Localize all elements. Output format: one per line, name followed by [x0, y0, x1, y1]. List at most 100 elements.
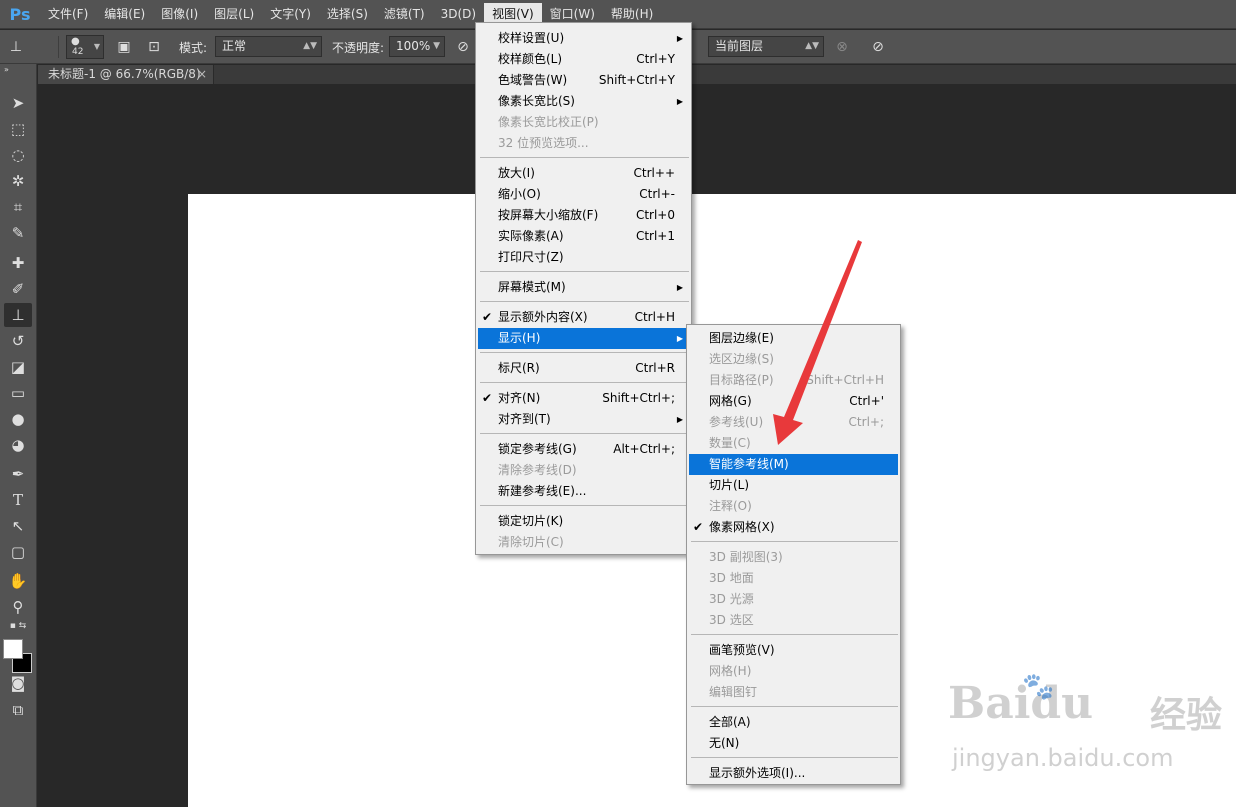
type-tool-icon[interactable]: T [4, 488, 32, 512]
menu-item-lock-slices[interactable]: 锁定切片(K) [478, 511, 689, 532]
submenu-item-grid[interactable]: 网格(G) Ctrl+' [689, 391, 898, 412]
pressure-opacity-icon[interactable]: ⊘ [453, 37, 473, 57]
submenu-item-pixel-grid[interactable]: ✔ 像素网格(X) [689, 517, 898, 538]
menu-item-label: 新建参考线(E)... [498, 484, 587, 498]
menu-item-label: 放大(I) [498, 166, 535, 180]
menu-item-label: 像素网格(X) [709, 520, 775, 534]
menu-item-print-size[interactable]: 打印尺寸(Z) [478, 247, 689, 268]
options-separator [58, 36, 59, 58]
pen-tool-icon[interactable]: ✒ [4, 462, 32, 486]
menu-item-lock-guides[interactable]: 锁定参考线(G) Alt+Ctrl+; [478, 439, 689, 460]
shape-tool-icon[interactable]: ▢ [4, 540, 32, 564]
pressure-size-icon[interactable]: ⊘ [868, 37, 888, 57]
menu-item-actual-pixels[interactable]: 实际像素(A) Ctrl+1 [478, 226, 689, 247]
menu-item-shortcut: Ctrl+H [634, 310, 675, 324]
menu-filter[interactable]: 滤镜(T) [376, 3, 433, 25]
menu-edit[interactable]: 编辑(E) [96, 3, 153, 25]
menu-item-label: 实际像素(A) [498, 229, 564, 243]
eraser-tool-icon[interactable]: ◪ [4, 355, 32, 379]
menu-item-fit-on-screen[interactable]: 按屏幕大小缩放(F) Ctrl+0 [478, 205, 689, 226]
menu-separator [480, 157, 689, 158]
menu-item-extras[interactable]: ✔ 显示额外内容(X) Ctrl+H [478, 307, 689, 328]
move-tool-icon[interactable]: ➤ [4, 91, 32, 115]
submenu-item-smart-guides[interactable]: 智能参考线(M) [689, 454, 898, 475]
show-submenu-dropdown: 图层边缘(E) 选区边缘(S) 目标路径(P) Shift+Ctrl+H 网格(G… [686, 324, 901, 785]
menu-item-label: 缩小(O) [498, 187, 541, 201]
submenu-item-all[interactable]: 全部(A) [689, 712, 898, 733]
ignore-adjustment-icon[interactable]: ⊗ [832, 37, 852, 57]
menu-item-label: 3D 副视图(3) [709, 550, 783, 564]
foreground-color-swatch[interactable] [3, 639, 23, 659]
submenu-item-layer-edges[interactable]: 图层边缘(E) [689, 328, 898, 349]
menu-item-label: 网格(G) [709, 394, 752, 408]
brush-tool-icon[interactable]: ✐ [4, 277, 32, 301]
menu-item-snap[interactable]: ✔ 对齐(N) Shift+Ctrl+; [478, 388, 689, 409]
mode-select[interactable]: 正常 ▲▼ [215, 36, 322, 57]
menu-item-zoom-out[interactable]: 缩小(O) Ctrl+- [478, 184, 689, 205]
menu-item-show[interactable]: 显示(H) ▶ [478, 328, 689, 349]
menu-item-shortcut: Ctrl+Y [636, 52, 675, 66]
menu-item-rulers[interactable]: 标尺(R) Ctrl+R [478, 358, 689, 379]
menu-item-snap-to[interactable]: 对齐到(T) ▶ [478, 409, 689, 430]
submenu-item-slices[interactable]: 切片(L) [689, 475, 898, 496]
collapse-panel-icon[interactable]: » [4, 66, 32, 74]
menu-separator [691, 541, 898, 542]
clone-source-icon[interactable]: ⊡ [144, 37, 164, 57]
brush-panel-icon[interactable]: ▣ [114, 37, 134, 57]
menu-type[interactable]: 文字(Y) [262, 3, 319, 25]
hand-tool-icon[interactable]: ✋ [4, 569, 32, 593]
zoom-tool-icon[interactable]: ⚲ [4, 595, 32, 619]
clone-stamp-tool-icon[interactable]: ⊥ [6, 37, 26, 57]
menu-item-label: 校样颜色(L) [498, 52, 563, 66]
menu-item-proof-setup[interactable]: 校样设置(U) ▶ [478, 28, 689, 49]
menu-item-shortcut: Ctrl++ [633, 166, 675, 180]
blur-tool-icon[interactable]: ● [4, 407, 32, 431]
menu-item-label: 3D 光源 [709, 592, 754, 606]
eyedropper-tool-icon[interactable]: ✎ [4, 221, 32, 245]
path-selection-tool-icon[interactable]: ↖ [4, 514, 32, 538]
paw-logo-icon: 🐾 [1022, 672, 1055, 702]
screen-mode-icon[interactable]: ⧉ [4, 698, 32, 722]
menu-item-zoom-in[interactable]: 放大(I) Ctrl++ [478, 163, 689, 184]
menu-item-shortcut: Ctrl+1 [635, 229, 675, 243]
menu-item-gamut-warning[interactable]: 色域警告(W) Shift+Ctrl+Y [478, 70, 689, 91]
submenu-item-none[interactable]: 无(N) [689, 733, 898, 754]
submenu-item-brush-preview[interactable]: 画笔预览(V) [689, 640, 898, 661]
brush-preset-picker[interactable]: ● 42 ▼ [66, 35, 104, 59]
menu-select[interactable]: 选择(S) [319, 3, 376, 25]
menu-item-shortcut: Ctrl+- [639, 187, 675, 201]
mode-value: 正常 [222, 39, 247, 53]
menu-item-shortcut: Ctrl+' [849, 394, 884, 408]
menu-item-proof-colors[interactable]: 校样颜色(L) Ctrl+Y [478, 49, 689, 70]
menu-image[interactable]: 图像(I) [153, 3, 206, 25]
brush-dot-icon: ● [71, 36, 80, 47]
menu-item-label: 显示额外内容(X) [498, 310, 588, 324]
submenu-item-target-path: 目标路径(P) Shift+Ctrl+H [689, 370, 898, 391]
menu-item-screen-mode[interactable]: 屏幕模式(M) ▶ [478, 277, 689, 298]
menu-file[interactable]: 文件(F) [40, 3, 96, 25]
magic-wand-tool-icon[interactable]: ✲ [4, 169, 32, 193]
menu-layer[interactable]: 图层(L) [206, 3, 262, 25]
marquee-tool-icon[interactable]: ⬚ [4, 117, 32, 141]
lasso-tool-icon[interactable]: ◌ [4, 143, 32, 167]
submenu-arrow-icon: ▶ [676, 97, 683, 106]
history-brush-tool-icon[interactable]: ↺ [4, 329, 32, 353]
menu-item-pixel-aspect-ratio[interactable]: 像素长宽比(S) ▶ [478, 91, 689, 112]
crop-tool-icon[interactable]: ⌗ [4, 195, 32, 219]
quick-mask-icon[interactable]: ◙ [4, 671, 32, 695]
view-menu-dropdown: 校样设置(U) ▶ 校样颜色(L) Ctrl+Y 色域警告(W) Shift+Ctrl… [475, 22, 692, 555]
watermark-brand: Baidu [948, 678, 1094, 729]
gradient-tool-icon[interactable]: ▭ [4, 381, 32, 405]
opacity-field[interactable]: 100% ▼ [389, 36, 445, 57]
sample-select[interactable]: 当前图层 ▲▼ [708, 36, 824, 57]
submenu-arrow-icon: ▶ [676, 34, 683, 43]
submenu-item-show-extras-options[interactable]: 显示额外选项(I)... [689, 763, 898, 784]
clone-stamp-tool-icon[interactable]: ⊥ [4, 303, 32, 327]
menu-item-new-guide[interactable]: 新建参考线(E)... [478, 481, 689, 502]
default-colors-icon[interactable]: ▪ ⇆ [4, 619, 32, 633]
dodge-tool-icon[interactable]: ◕ [4, 433, 32, 457]
close-icon[interactable]: × [197, 65, 207, 84]
healing-brush-tool-icon[interactable]: ✚ [4, 251, 32, 275]
document-tab[interactable]: 未标题-1 @ 66.7%(RGB/8) × [38, 65, 214, 84]
menu-item-label: 切片(L) [709, 478, 750, 492]
